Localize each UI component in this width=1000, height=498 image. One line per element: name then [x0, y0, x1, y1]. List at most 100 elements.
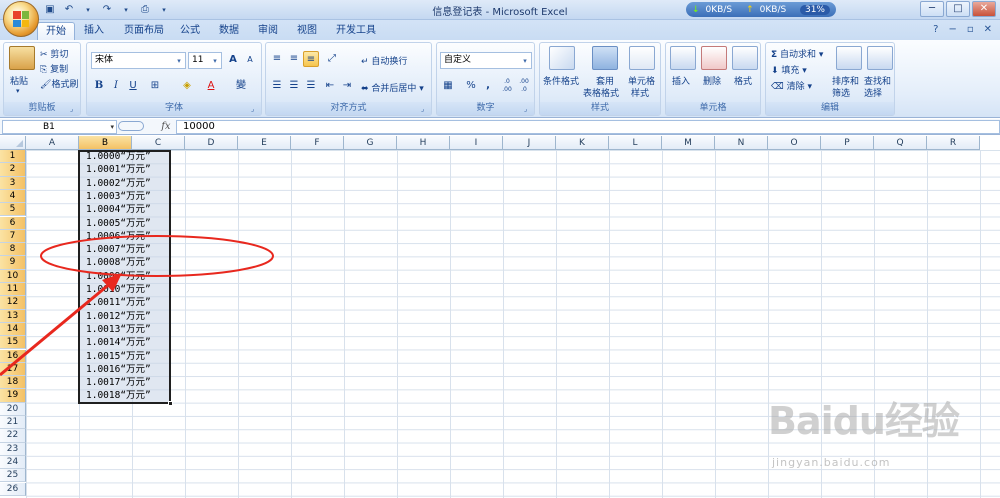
font-size-combo[interactable]: 11 ▾	[188, 52, 222, 69]
row-header-13[interactable]: 13	[0, 309, 26, 323]
cell-b7[interactable]: 1.0006“万元”	[82, 230, 172, 243]
row-header-14[interactable]: 14	[0, 322, 26, 337]
tab-home[interactable]: 开始	[37, 22, 75, 40]
sort-filter-label-2[interactable]: 筛选	[832, 86, 850, 99]
font-color-icon[interactable]: A	[203, 78, 219, 94]
paste-icon[interactable]	[9, 46, 35, 70]
column-header-k[interactable]: K	[556, 136, 609, 150]
cell-b2[interactable]: 1.0001“万元”	[82, 163, 172, 176]
insert-function-icon[interactable]: fx	[161, 121, 170, 132]
align-bottom-icon[interactable]: ≡	[303, 51, 319, 67]
conditional-formatting-button[interactable]: 条件格式	[543, 74, 579, 87]
number-launcher-icon[interactable]: ⌟	[524, 105, 532, 113]
align-right-icon[interactable]: ☰	[303, 78, 319, 94]
cell-b10[interactable]: 1.0009“万元”	[82, 270, 172, 283]
cell-b4[interactable]: 1.0003“万元”	[82, 190, 172, 203]
row-header-11[interactable]: 11	[0, 283, 26, 297]
italic-button[interactable]: I	[108, 78, 124, 94]
row-header-25[interactable]: 25	[0, 469, 26, 483]
row-header-26[interactable]: 26	[0, 482, 26, 496]
number-format-combo[interactable]: 自定义 ▾	[440, 52, 532, 69]
tab-page-layout[interactable]: 页面布局	[116, 22, 172, 40]
paste-dropdown-icon[interactable]: ▾	[16, 87, 20, 95]
row-header-3[interactable]: 3	[0, 176, 26, 190]
delete-cells-icon[interactable]	[701, 46, 727, 70]
help-icon[interactable]: ?	[933, 24, 938, 35]
row-header-23[interactable]: 23	[0, 442, 26, 456]
borders-icon[interactable]: ⊞	[147, 78, 163, 94]
align-center-icon[interactable]: ☰	[286, 78, 302, 94]
cell-styles-icon[interactable]	[629, 46, 655, 70]
cell-b8[interactable]: 1.0007“万元”	[82, 243, 172, 256]
find-select-icon[interactable]	[867, 46, 893, 70]
cell-b6[interactable]: 1.0005“万元”	[82, 217, 172, 230]
decrease-decimal-button[interactable]: .00 .0	[516, 78, 532, 94]
row-header-15[interactable]: 15	[0, 336, 26, 350]
column-header-d[interactable]: D	[185, 136, 238, 150]
font-name-combo[interactable]: 宋体 ▾	[91, 52, 186, 69]
ribbon-minimize-icon[interactable]: −	[948, 24, 956, 35]
percent-style-button[interactable]: %	[463, 78, 479, 94]
cell-b5[interactable]: 1.0004“万元”	[82, 203, 172, 216]
insert-button[interactable]: 插入	[672, 74, 690, 87]
row-header-22[interactable]: 22	[0, 429, 26, 443]
column-header-p[interactable]: P	[821, 136, 874, 150]
row-header-6[interactable]: 6	[0, 216, 26, 230]
copy-button[interactable]: ⎘ 复制	[40, 62, 68, 75]
cell-b13[interactable]: 1.0012“万元”	[82, 310, 172, 323]
cell-b12[interactable]: 1.0011“万元”	[82, 296, 172, 309]
zoom-oval-icon[interactable]	[118, 121, 144, 131]
insert-cells-icon[interactable]	[670, 46, 696, 70]
row-header-5[interactable]: 5	[0, 203, 26, 217]
bold-button[interactable]: B	[91, 78, 107, 94]
row-header-18[interactable]: 18	[0, 376, 26, 390]
row-header-2[interactable]: 2	[0, 163, 26, 177]
column-header-r[interactable]: R	[927, 136, 980, 150]
tab-developer[interactable]: 开发工具	[328, 22, 384, 40]
row-header-7[interactable]: 7	[0, 229, 26, 244]
phonetic-icon[interactable]: 變	[233, 78, 249, 94]
shrink-font-icon[interactable]: A	[242, 52, 258, 68]
wrap-text-button[interactable]: ↵ 自动换行	[361, 54, 407, 67]
column-header-n[interactable]: N	[715, 136, 768, 150]
cell-b16[interactable]: 1.0015“万元”	[82, 350, 172, 363]
cell-b1[interactable]: 1.0000“万元”	[82, 150, 172, 163]
tab-formulas[interactable]: 公式	[172, 22, 208, 40]
cell-b15[interactable]: 1.0014“万元”	[82, 336, 172, 349]
column-header-m[interactable]: M	[662, 136, 715, 150]
column-header-g[interactable]: G	[344, 136, 397, 150]
decrease-indent-icon[interactable]: ⇤	[322, 78, 338, 94]
ribbon-close-icon[interactable]: ✕	[984, 24, 992, 35]
clipboard-launcher-icon[interactable]: ⌟	[70, 105, 78, 113]
row-header-10[interactable]: 10	[0, 269, 26, 283]
row-header-12[interactable]: 12	[0, 296, 26, 310]
column-header-h[interactable]: H	[397, 136, 450, 150]
increase-indent-icon[interactable]: ⇥	[339, 78, 355, 94]
select-all-corner[interactable]	[0, 136, 26, 150]
column-header-c[interactable]: C	[132, 136, 185, 150]
formula-input[interactable]: 10000	[176, 120, 1000, 134]
format-painter-button[interactable]: 🖌格式刷	[40, 77, 78, 90]
column-header-i[interactable]: I	[450, 136, 503, 150]
name-box[interactable]: B1 ▾	[2, 120, 117, 134]
row-header-21[interactable]: 21	[0, 416, 26, 430]
column-header-j[interactable]: J	[503, 136, 556, 150]
column-header-e[interactable]: E	[238, 136, 291, 150]
format-cells-icon[interactable]	[732, 46, 758, 70]
row-header-1[interactable]: 1	[0, 150, 26, 164]
column-header-o[interactable]: O	[768, 136, 821, 150]
column-header-q[interactable]: Q	[874, 136, 927, 150]
tab-review[interactable]: 审阅	[250, 22, 286, 40]
row-header-24[interactable]: 24	[0, 455, 26, 470]
format-as-table-label-2[interactable]: 表格格式	[583, 86, 619, 99]
conditional-formatting-icon[interactable]	[549, 46, 575, 70]
row-header-9[interactable]: 9	[0, 256, 26, 270]
find-select-label-2[interactable]: 选择	[864, 86, 882, 99]
autosum-button[interactable]: Σ 自动求和 ▾	[771, 47, 823, 60]
row-header-4[interactable]: 4	[0, 189, 26, 204]
column-header-b[interactable]: B	[79, 136, 132, 150]
clear-button[interactable]: ⌫ 清除 ▾	[771, 79, 812, 92]
format-button[interactable]: 格式	[734, 74, 752, 87]
column-header-a[interactable]: A	[26, 136, 79, 150]
row-header-20[interactable]: 20	[0, 402, 26, 416]
